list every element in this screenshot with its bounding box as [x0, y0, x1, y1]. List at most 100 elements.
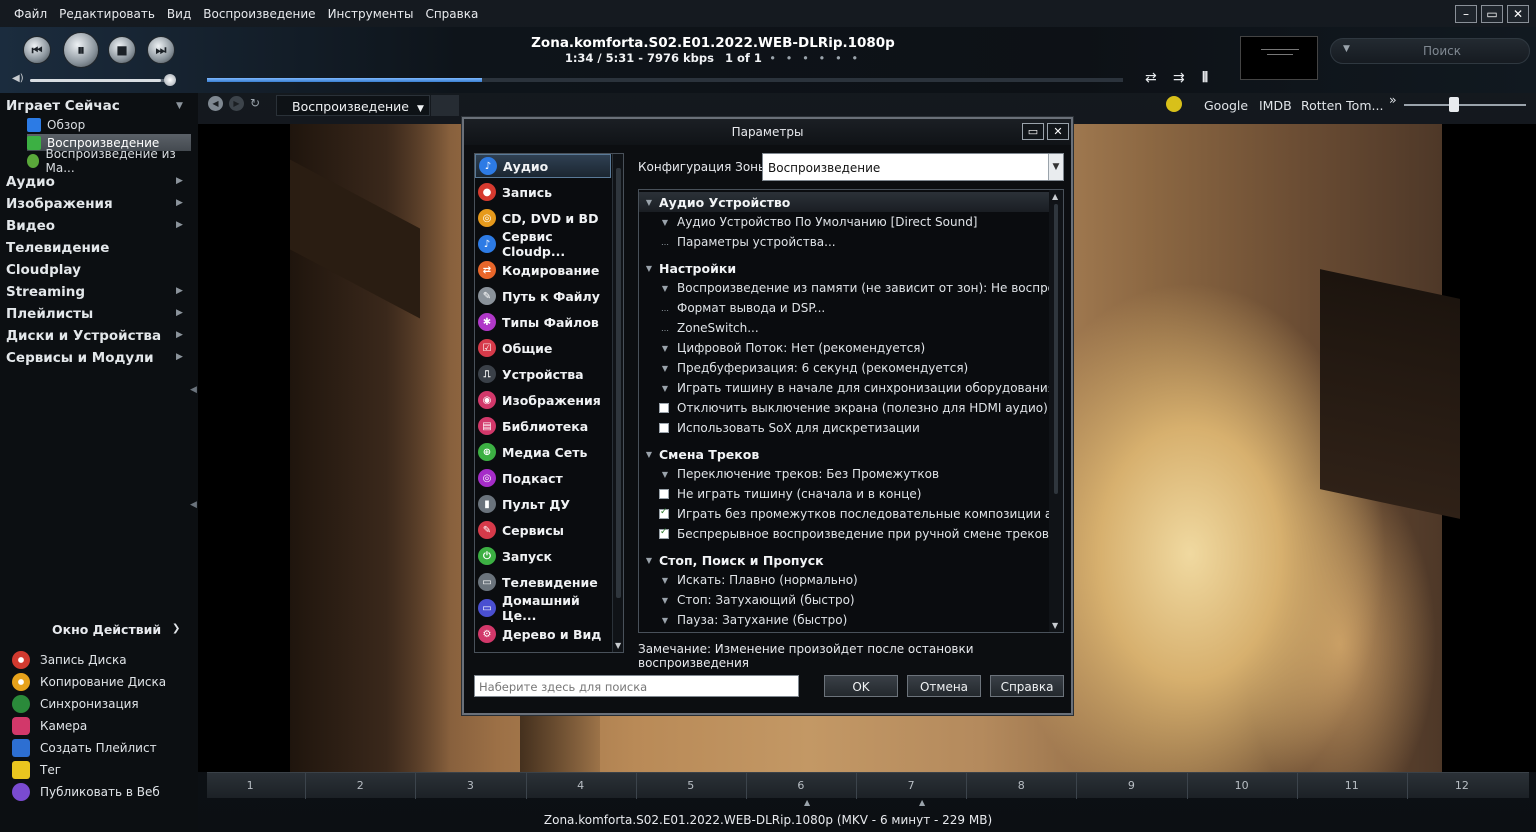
action-window-header[interactable]: Окно Действий — [52, 622, 161, 637]
forward-button[interactable]: ▶ — [229, 96, 244, 111]
settings-item[interactable]: ▼ Пауза: Затухание (быстро) — [639, 610, 1049, 630]
menu-file[interactable]: Файл — [14, 7, 47, 21]
volume-knob[interactable] — [164, 74, 176, 86]
action-tag[interactable]: Tег — [12, 761, 61, 779]
shuffle-icon[interactable]: ⇉ — [1173, 70, 1185, 86]
action-burn-disc[interactable]: Запись Диска — [12, 651, 127, 669]
category-tree-and-view[interactable]: ⚙ Дерево и Вид — [475, 622, 611, 646]
settings-item[interactable]: Использовать SoX для дискретизации — [639, 418, 1049, 438]
settings-item[interactable]: ▼ Предбуферизация: 6 секунд (рекомендуетс… — [639, 358, 1049, 378]
chevron-up-icon[interactable]: ▲ — [1052, 192, 1058, 201]
more-links-icon[interactable]: » — [1389, 92, 1397, 107]
chevron-down-icon[interactable]: ▼ — [1048, 154, 1063, 180]
settings-item[interactable]: ▼ Стоп: Затухающий (быстро) — [639, 590, 1049, 610]
help-button[interactable]: Справка — [990, 675, 1064, 697]
chapter-label[interactable]: 8 — [1011, 779, 1031, 792]
chapter-label[interactable]: 6 — [791, 779, 811, 792]
sidebar-playing-now[interactable]: Играет Сейчас — [6, 98, 120, 114]
action-camera[interactable]: Камера — [12, 717, 87, 735]
category-general[interactable]: ☑ Общие — [475, 336, 611, 360]
settings-section-header[interactable]: ▼ Смена Треков — [639, 444, 1049, 464]
settings-item[interactable]: … Формат вывода и DSP... — [639, 298, 1049, 318]
sidebar-item-audio[interactable]: Аудио — [6, 174, 55, 190]
category-television[interactable]: ▭ Телевидение — [475, 570, 611, 594]
chapter-label[interactable]: 5 — [681, 779, 701, 792]
collapse-left-icon[interactable]: ◀ — [190, 385, 197, 395]
checkbox[interactable] — [659, 423, 669, 433]
category-remote-control[interactable]: ▮ Пульт ДУ — [475, 492, 611, 516]
category-cd-dvd-bd[interactable]: ◎ CD, DVD и BD — [475, 206, 611, 230]
settings-item[interactable]: ▼ Играть тишину в начале для синхронизаци… — [639, 378, 1049, 398]
close-window-button[interactable]: ✕ — [1507, 5, 1529, 23]
link-imdb[interactable]: IMDB — [1259, 98, 1292, 113]
dialog-close-button[interactable]: ✕ — [1047, 123, 1069, 140]
playback-progress-bar[interactable] — [207, 78, 1123, 82]
settings-item[interactable]: … ZoneSwitch... — [639, 318, 1049, 338]
category-startup[interactable]: ⏻ Запуск — [475, 544, 611, 568]
collapse-triangle-icon[interactable]: ▼ — [643, 198, 655, 207]
collapse-triangle-icon[interactable]: ▼ — [643, 264, 655, 273]
status-indicator-icon[interactable] — [1166, 96, 1182, 112]
chapter-label[interactable]: 2 — [350, 779, 370, 792]
search-box[interactable]: ▼ Поиск — [1330, 38, 1530, 64]
action-publish-web[interactable]: Публиковать в Веб — [12, 783, 160, 801]
equalizer-icon[interactable]: ⦀ — [1202, 70, 1208, 86]
category-encoding[interactable]: ⇄ Кодирование — [475, 258, 611, 282]
menu-edit[interactable]: Редактировать — [59, 7, 155, 21]
chapter-label[interactable]: 12 — [1452, 779, 1472, 792]
checkbox[interactable] — [659, 527, 669, 539]
chevron-down-icon[interactable]: ▼ — [1052, 621, 1058, 630]
options-search-input[interactable]: Наберите здесь для поиска — [474, 675, 799, 697]
sidebar-item-overview[interactable]: Обзор — [27, 116, 191, 133]
category-podcast[interactable]: ◎ Подкаст — [475, 466, 611, 490]
settings-item[interactable]: ▼ Воспроизведение из памяти (не зависит о… — [639, 278, 1049, 298]
category-cloudplay-service[interactable]: ♪ Сервис Cloudp... — [475, 229, 611, 259]
dialog-maximize-button[interactable]: ▭ — [1022, 123, 1044, 140]
checkbox[interactable] — [659, 507, 669, 519]
settings-section-header[interactable]: ▼ Настройки — [639, 258, 1049, 278]
settings-item[interactable]: Отключить выключение экрана (полезно для… — [639, 398, 1049, 418]
category-images[interactable]: ◉ Изображения — [475, 388, 611, 412]
maximize-button[interactable]: ▭ — [1481, 5, 1503, 23]
ok-button[interactable]: OK — [824, 675, 898, 697]
category-services[interactable]: ✎ Сервисы — [475, 518, 611, 542]
repeat-icon[interactable]: ⇄ — [1145, 70, 1157, 86]
zoom-knob[interactable] — [1449, 97, 1459, 112]
action-create-playlist[interactable]: Создать Плейлист — [12, 739, 157, 757]
settings-item[interactable]: Играть без промежутков последовательные … — [639, 504, 1049, 524]
sidebar-item-cloudplay[interactable]: Cloudplay — [6, 262, 81, 278]
checkbox[interactable] — [659, 489, 669, 499]
menu-tools[interactable]: Инструменты — [328, 7, 414, 21]
link-google[interactable]: Google — [1204, 98, 1248, 113]
settings-item[interactable]: Беспрерывное воспроизведение при ручной … — [639, 524, 1049, 544]
sidebar-item-images[interactable]: Изображения — [6, 196, 113, 212]
sidebar-item-video[interactable]: Видео — [6, 218, 55, 234]
album-art-thumbnail[interactable] — [1240, 36, 1318, 80]
tab-new[interactable] — [431, 95, 459, 116]
sidebar-item-playback-from[interactable]: Воспроизведение из Ma... — [27, 147, 191, 175]
sidebar-item-playlists[interactable]: Плейлисты — [6, 306, 93, 322]
checkbox[interactable] — [659, 403, 669, 413]
category-audio[interactable]: ♪ Аудио — [475, 154, 611, 178]
category-scrollbar[interactable]: ▼ — [612, 154, 623, 652]
chapter-label[interactable]: 10 — [1232, 779, 1252, 792]
chevron-down-icon[interactable]: ▼ — [615, 641, 621, 650]
collapse-triangle-icon[interactable]: ▼ — [643, 556, 655, 565]
settings-section-header[interactable]: ▼ Стоп, Поиск и Пропуск — [639, 550, 1049, 570]
chapter-label[interactable]: 3 — [460, 779, 480, 792]
settings-item[interactable]: … Параметры устройства... — [639, 232, 1049, 252]
settings-item[interactable]: ▼ Искать: Плавно (нормально) — [639, 570, 1049, 590]
settings-item[interactable]: ▼ Переключение треков: Без Промежутков — [639, 464, 1049, 484]
menu-help[interactable]: Справка — [425, 7, 478, 21]
zoom-slider[interactable] — [1404, 104, 1526, 106]
rating-dots[interactable]: • • • • • • — [769, 51, 861, 65]
action-rip-disc[interactable]: Копирование Диска — [12, 673, 166, 691]
chapter-label[interactable]: 7 — [901, 779, 921, 792]
tab-playback[interactable]: Воспроизведение ▼ — [276, 95, 430, 116]
chevron-down-icon[interactable]: ❯ — [172, 623, 180, 634]
settings-item[interactable]: ▼ Аудио Устройство По Умолчанию [Direct S… — [639, 212, 1049, 232]
settings-section-header[interactable]: ▼ Аудио Устройство — [639, 192, 1049, 212]
category-library[interactable]: ▤ Библиотека — [475, 414, 611, 438]
chapter-label[interactable]: 4 — [571, 779, 591, 792]
chapter-label[interactable]: 9 — [1121, 779, 1141, 792]
